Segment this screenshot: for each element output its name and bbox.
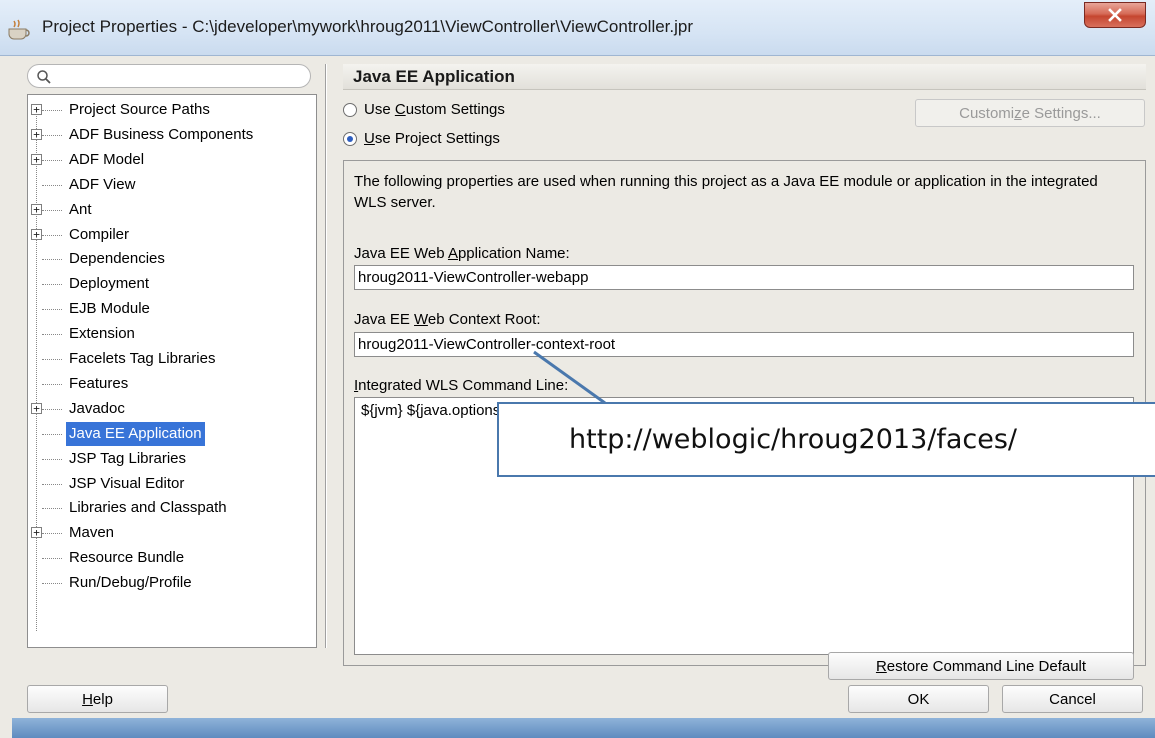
tree-item[interactable]: Java EE Application — [28, 421, 316, 446]
tree-connector — [42, 408, 62, 410]
tree-item[interactable]: JSP Tag Libraries — [28, 447, 316, 471]
expand-icon[interactable]: + — [31, 402, 42, 414]
tree-item[interactable]: EJB Module — [28, 297, 316, 321]
tree-item-label: Maven — [69, 524, 115, 542]
properties-navigator-tree: + Project Source Paths + ADF Business Compo… — [27, 94, 317, 648]
tree-item[interactable]: JSP Visual Editor — [28, 472, 316, 496]
tree-item[interactable]: Libraries and Classpath — [28, 496, 316, 520]
app-name-label: Java EE Web Application Name: — [354, 245, 570, 262]
command-line-label: Integrated WLS Command Line: — [354, 377, 569, 394]
url-callout: http://weblogic/hroug2013/faces/ — [497, 402, 1155, 477]
expand-icon[interactable]: + — [31, 228, 42, 240]
tree-connector — [42, 110, 62, 111]
tree-item[interactable]: + Compiler — [28, 223, 316, 247]
ok-button[interactable]: OK — [848, 685, 989, 713]
tree-connector — [42, 159, 62, 161]
tree-connector — [42, 383, 62, 385]
tree-item-label: Java EE Application — [66, 421, 205, 446]
radio-button[interactable] — [343, 132, 357, 146]
cancel-button[interactable]: Cancel — [1002, 685, 1143, 713]
tree-item[interactable]: Extension — [28, 322, 316, 346]
tree-item[interactable]: ADF View — [28, 173, 316, 197]
panel-title: Java EE Application — [343, 64, 1146, 90]
settings-description: The following properties are used when r… — [354, 173, 1098, 211]
tree-connector — [42, 458, 62, 460]
tree-item-label: Resource Bundle — [69, 549, 185, 567]
tree-item-label: Run/Debug/Profile — [69, 574, 192, 592]
tree-item-label: Extension — [69, 325, 135, 343]
tree-connector — [42, 309, 62, 311]
tree-item-label: ADF View — [69, 175, 136, 193]
tree-item[interactable]: Facelets Tag Libraries — [28, 347, 316, 371]
expand-icon[interactable]: + — [31, 128, 42, 140]
tree-item-label: JSP Visual Editor — [69, 474, 185, 492]
tree-item[interactable]: + Project Source Paths — [28, 98, 316, 122]
close-icon — [1108, 8, 1122, 22]
tree-item-label: ADF Business Components — [69, 125, 254, 143]
tree-connector — [42, 259, 62, 261]
restore-command-line-default-button[interactable]: Restore Command Line Default — [828, 652, 1134, 680]
context-root-label: Java EE Web Context Root: — [354, 311, 541, 328]
navigator-search-field[interactable] — [27, 64, 311, 88]
title-bar[interactable]: Project Properties - C:\jdeveloper\mywor… — [0, 0, 1155, 56]
tree-connector — [42, 184, 62, 186]
tree-item-label: ADF Model — [69, 150, 145, 168]
project-properties-dialog: Project Properties - C:\jdeveloper\mywor… — [0, 0, 1155, 738]
help-button[interactable]: Help — [27, 685, 168, 713]
tree-item[interactable]: Run/Debug/Profile — [28, 571, 316, 595]
tree-item[interactable]: Dependencies — [28, 247, 316, 271]
tree-item-label: Ant — [69, 200, 92, 218]
tree-item-label: JSP Tag Libraries — [69, 449, 187, 467]
expand-icon[interactable]: + — [31, 527, 42, 539]
tree-item-label: Project Source Paths — [69, 101, 210, 118]
tree-item[interactable]: Deployment — [28, 272, 316, 296]
close-button[interactable] — [1084, 2, 1146, 28]
tree-connector — [42, 359, 62, 360]
expand-icon[interactable]: + — [31, 203, 42, 215]
tree-item-label: EJB Module — [69, 300, 150, 318]
tree-connector — [42, 284, 62, 286]
customize-settings-button[interactable]: Customi z e Settings... — [915, 99, 1145, 127]
tree-connector — [42, 508, 62, 510]
tree-item-label: Libraries and Classpath — [69, 499, 227, 517]
tree-item[interactable]: Resource Bundle — [28, 546, 316, 570]
search-icon — [37, 70, 51, 84]
tree-connector — [42, 134, 62, 136]
use-project-settings-radio[interactable]: Use Project Settings — [343, 127, 643, 151]
tree-connector — [42, 234, 62, 236]
radio-label: Use Custom Settings — [364, 101, 505, 118]
coffee-cup-icon — [8, 19, 30, 40]
taskbar-strip — [12, 718, 1155, 738]
expand-icon[interactable]: + — [31, 104, 42, 115]
app-name-input[interactable]: hroug2011-ViewController-webapp — [354, 265, 1134, 290]
tree-connector — [42, 483, 62, 485]
tree-item-label: Javadoc — [69, 399, 125, 417]
tree-connector — [42, 558, 62, 560]
tree-item[interactable]: + Ant — [28, 198, 316, 222]
expand-icon[interactable]: + — [31, 153, 42, 165]
panel-splitter[interactable] — [325, 64, 327, 648]
use-custom-settings-radio[interactable]: Use Custom Settings — [343, 98, 643, 122]
radio-label: Use Project Settings — [364, 130, 500, 147]
tree-connector — [42, 583, 62, 585]
tree-item-label: Features — [69, 374, 129, 392]
tree-item[interactable]: + Maven — [28, 521, 316, 545]
tree-item[interactable]: Features — [28, 372, 316, 396]
tree-item-label: Dependencies — [69, 250, 165, 268]
context-root-input[interactable]: hroug2011-ViewController-context-root — [354, 332, 1134, 357]
radio-button[interactable] — [343, 103, 357, 117]
tree-item-label: Compiler — [69, 225, 130, 243]
tree-item[interactable]: + ADF Model — [28, 148, 316, 172]
window-title: Project Properties - C:\jdeveloper\mywor… — [42, 17, 694, 36]
tree-item-label: Deployment — [69, 275, 150, 293]
tree-connector — [42, 209, 62, 211]
tree-item-label: Facelets Tag Libraries — [69, 350, 216, 367]
dialog-body: + Project Source Paths + ADF Business Compo… — [0, 56, 1155, 738]
tree-item[interactable]: + ADF Business Components — [28, 123, 316, 147]
tree-connector — [42, 533, 62, 535]
tree-connector — [42, 334, 62, 336]
tree-item[interactable]: + Javadoc — [28, 397, 316, 421]
tree-connector — [42, 433, 62, 435]
